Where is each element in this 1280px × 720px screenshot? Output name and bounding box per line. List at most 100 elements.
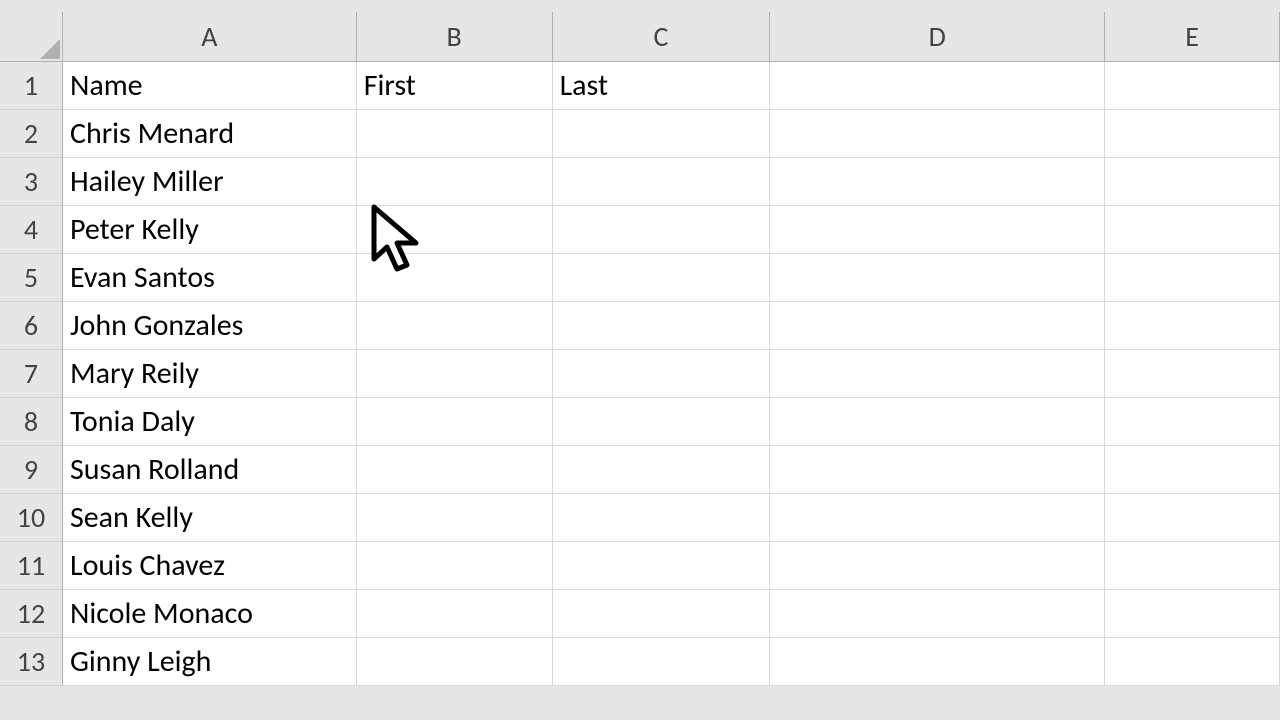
cell-D13[interactable] <box>770 638 1105 686</box>
cell-A4[interactable]: Peter Kelly <box>63 206 357 254</box>
cell-A1[interactable]: Name <box>63 62 357 110</box>
cell-A8[interactable]: Tonia Daly <box>63 398 357 446</box>
column-header-E[interactable]: E <box>1105 12 1280 62</box>
cell-C6[interactable] <box>553 302 771 350</box>
cell-C1[interactable]: Last <box>553 62 771 110</box>
row-header-8[interactable]: 8 <box>0 398 63 446</box>
row-2: 2 Chris Menard <box>0 110 1280 158</box>
cell-B6[interactable] <box>357 302 553 350</box>
cell-E10[interactable] <box>1105 494 1280 542</box>
cell-A7[interactable]: Mary Reily <box>63 350 357 398</box>
cell-D5[interactable] <box>770 254 1105 302</box>
select-all-corner[interactable] <box>0 12 63 62</box>
row-header-5[interactable]: 5 <box>0 254 63 302</box>
cell-E4[interactable] <box>1105 206 1280 254</box>
cell-B10[interactable] <box>357 494 553 542</box>
cell-A9[interactable]: Susan Rolland <box>63 446 357 494</box>
cell-E3[interactable] <box>1105 158 1280 206</box>
row-header-9[interactable]: 9 <box>0 446 63 494</box>
cell-D8[interactable] <box>770 398 1105 446</box>
cell-A12[interactable]: Nicole Monaco <box>63 590 357 638</box>
cell-A6[interactable]: John Gonzales <box>63 302 357 350</box>
cell-A13[interactable]: Ginny Leigh <box>63 638 357 686</box>
row-header-4[interactable]: 4 <box>0 206 63 254</box>
cell-E7[interactable] <box>1105 350 1280 398</box>
cell-B13[interactable] <box>357 638 553 686</box>
select-all-triangle-icon <box>36 35 60 59</box>
column-header-A[interactable]: A <box>63 12 357 62</box>
cell-E5[interactable] <box>1105 254 1280 302</box>
column-header-C[interactable]: C <box>553 12 771 62</box>
cell-C12[interactable] <box>553 590 771 638</box>
cell-C11[interactable] <box>553 542 771 590</box>
row-header-3[interactable]: 3 <box>0 158 63 206</box>
cell-C3[interactable] <box>553 158 771 206</box>
cell-E13[interactable] <box>1105 638 1280 686</box>
cell-E12[interactable] <box>1105 590 1280 638</box>
cell-B3[interactable] <box>357 158 553 206</box>
cell-B4[interactable] <box>357 206 553 254</box>
row-header-10[interactable]: 10 <box>0 494 63 542</box>
cell-D4[interactable] <box>770 206 1105 254</box>
cell-A2[interactable]: Chris Menard <box>63 110 357 158</box>
cell-B1[interactable]: First <box>357 62 553 110</box>
cell-A5[interactable]: Evan Santos <box>63 254 357 302</box>
cell-D12[interactable] <box>770 590 1105 638</box>
cell-A10[interactable]: Sean Kelly <box>63 494 357 542</box>
cell-C8[interactable] <box>553 398 771 446</box>
cell-C9[interactable] <box>553 446 771 494</box>
row-header-2[interactable]: 2 <box>0 110 63 158</box>
cell-A11[interactable]: Louis Chavez <box>63 542 357 590</box>
cell-B11[interactable] <box>357 542 553 590</box>
row-header-11[interactable]: 11 <box>0 542 63 590</box>
cell-D11[interactable] <box>770 542 1105 590</box>
cell-E2[interactable] <box>1105 110 1280 158</box>
cell-C13[interactable] <box>553 638 771 686</box>
cell-C4[interactable] <box>553 206 771 254</box>
cell-E11[interactable] <box>1105 542 1280 590</box>
cell-E1[interactable] <box>1105 62 1280 110</box>
row-5: 5 Evan Santos <box>0 254 1280 302</box>
cell-D2[interactable] <box>770 110 1105 158</box>
cell-D7[interactable] <box>770 350 1105 398</box>
row-7: 7 Mary Reily <box>0 350 1280 398</box>
cell-C7[interactable] <box>553 350 771 398</box>
cell-C10[interactable] <box>553 494 771 542</box>
column-header-D[interactable]: D <box>770 12 1105 62</box>
column-header-B[interactable]: B <box>357 12 553 62</box>
cell-E8[interactable] <box>1105 398 1280 446</box>
row-12: 12 Nicole Monaco <box>0 590 1280 638</box>
cell-D3[interactable] <box>770 158 1105 206</box>
cell-C5[interactable] <box>553 254 771 302</box>
cell-A3[interactable]: Hailey Miller <box>63 158 357 206</box>
row-1: 1 Name First Last <box>0 62 1280 110</box>
row-11: 11 Louis Chavez <box>0 542 1280 590</box>
column-headers-row: A B C D E <box>0 12 1280 62</box>
cell-B2[interactable] <box>357 110 553 158</box>
cell-B5[interactable] <box>357 254 553 302</box>
cell-B7[interactable] <box>357 350 553 398</box>
row-header-6[interactable]: 6 <box>0 302 63 350</box>
cell-B8[interactable] <box>357 398 553 446</box>
row-header-13[interactable]: 13 <box>0 638 63 686</box>
row-4: 4 Peter Kelly <box>0 206 1280 254</box>
cell-D1[interactable] <box>770 62 1105 110</box>
row-header-1[interactable]: 1 <box>0 62 63 110</box>
cell-E6[interactable] <box>1105 302 1280 350</box>
row-8: 8 Tonia Daly <box>0 398 1280 446</box>
row-10: 10 Sean Kelly <box>0 494 1280 542</box>
row-header-7[interactable]: 7 <box>0 350 63 398</box>
row-6: 6 John Gonzales <box>0 302 1280 350</box>
cell-C2[interactable] <box>553 110 771 158</box>
row-header-12[interactable]: 12 <box>0 590 63 638</box>
spreadsheet-grid[interactable]: A B C D E 1 Name First Last 2 Chris Mena… <box>0 12 1280 686</box>
row-3: 3 Hailey Miller <box>0 158 1280 206</box>
cell-D6[interactable] <box>770 302 1105 350</box>
row-9: 9 Susan Rolland <box>0 446 1280 494</box>
cell-E9[interactable] <box>1105 446 1280 494</box>
row-13: 13 Ginny Leigh <box>0 638 1280 686</box>
cell-B9[interactable] <box>357 446 553 494</box>
cell-D10[interactable] <box>770 494 1105 542</box>
cell-B12[interactable] <box>357 590 553 638</box>
cell-D9[interactable] <box>770 446 1105 494</box>
